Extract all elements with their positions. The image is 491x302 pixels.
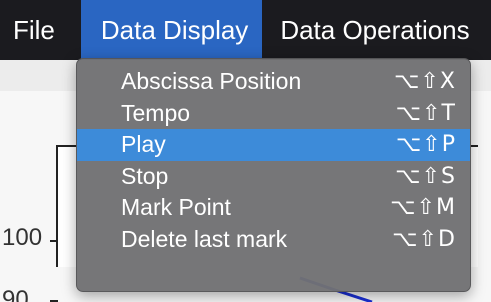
menu-item-tempo[interactable]: Tempo ⌥⇧T (77, 98, 470, 130)
menu-item-label: Stop (121, 162, 169, 189)
menu-item-label: Delete last mark (121, 225, 288, 252)
menu-item-shortcut: ⌥⇧P (395, 132, 456, 158)
menu-item-shortcut: ⌥⇧S (395, 163, 456, 189)
menu-item-label: Play (121, 131, 166, 158)
menu-item-label: Mark Point (121, 194, 231, 221)
menu-item-shortcut: ⌥⇧T (395, 100, 456, 126)
menu-item-abscissa-position[interactable]: Abscissa Position ⌥⇧X (77, 66, 470, 98)
menu-data-operations[interactable]: Data Operations (262, 0, 485, 60)
menu-item-shortcut: ⌥⇧X (394, 69, 456, 95)
menu-item-shortcut: ⌥⇧M (390, 195, 456, 221)
menu-item-stop[interactable]: Stop ⌥⇧S (77, 161, 470, 193)
data-display-dropdown: Abscissa Position ⌥⇧X Tempo ⌥⇧T Play ⌥⇧P… (76, 58, 471, 292)
menu-file[interactable]: File (0, 0, 81, 60)
menu-item-delete-last-mark[interactable]: Delete last mark ⌥⇧D (77, 224, 470, 256)
menu-data-display[interactable]: Data Display (80, 0, 263, 60)
menu-item-play[interactable]: Play ⌥⇧P (77, 129, 470, 161)
menu-item-label: Tempo (121, 99, 191, 126)
menu-item-mark-point[interactable]: Mark Point ⌥⇧M (77, 192, 470, 224)
menu-item-label: Abscissa Position (121, 68, 302, 95)
menu-bar: File Data Display Data Operations (0, 0, 491, 60)
menu-item-shortcut: ⌥⇧D (392, 226, 456, 252)
